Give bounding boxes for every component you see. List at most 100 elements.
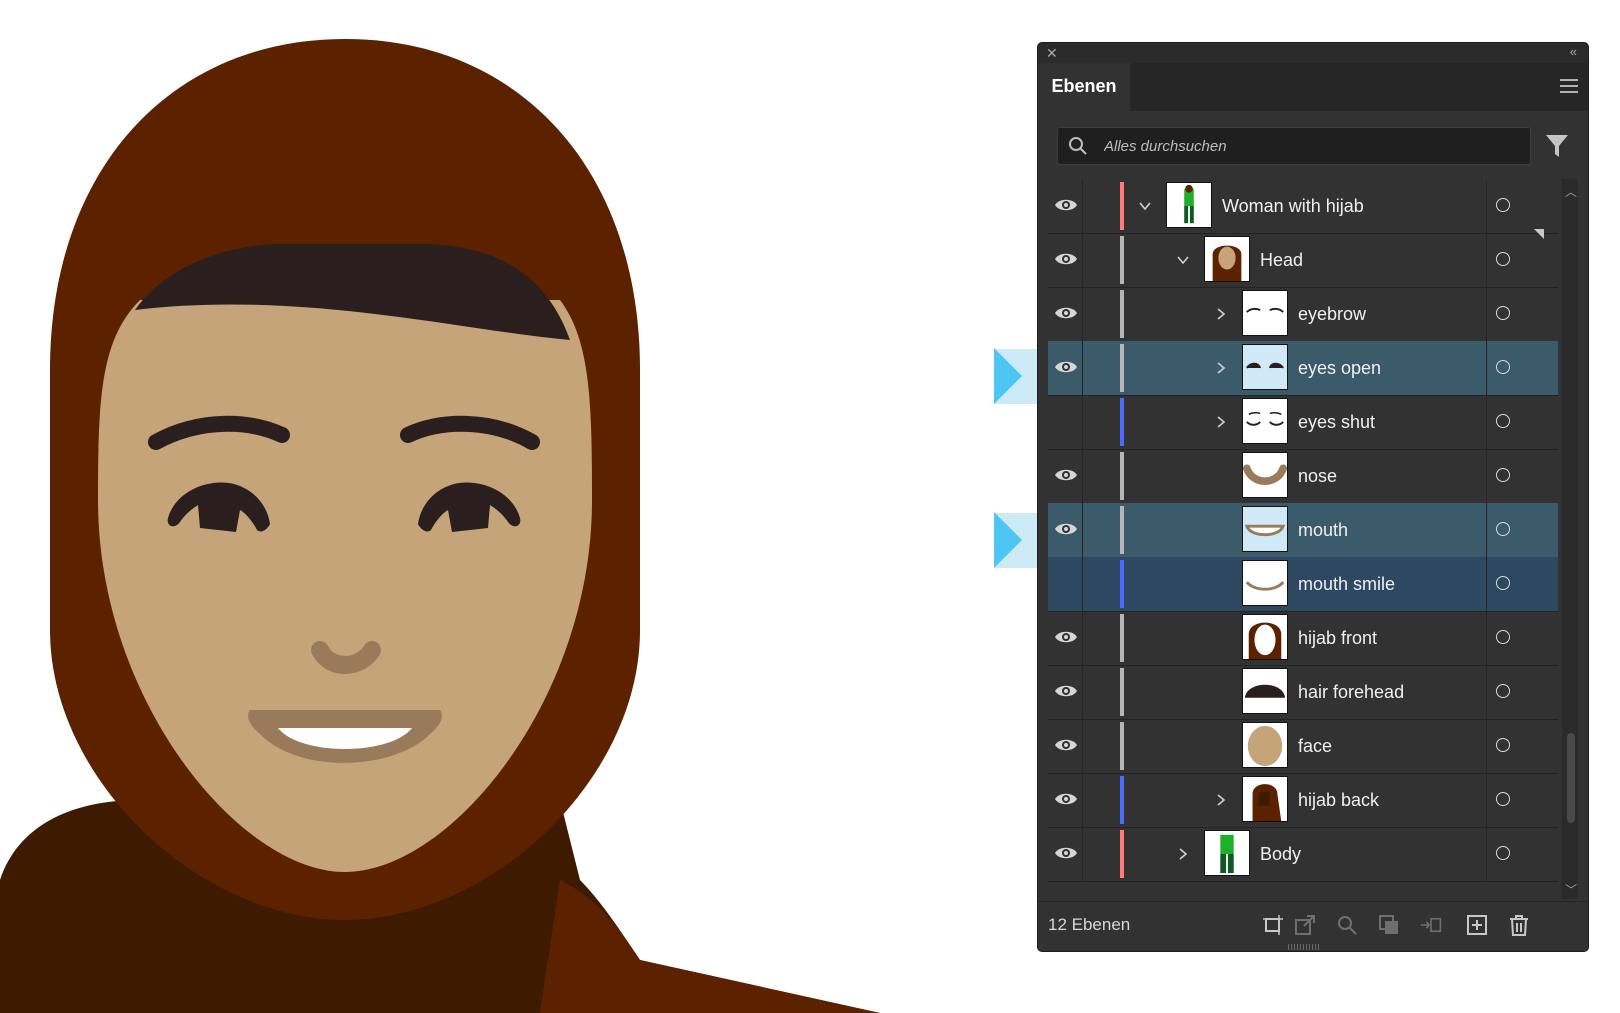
layer-row-head[interactable]: Head: [1048, 233, 1558, 288]
layer-row-eyes-open[interactable]: eyes open: [1048, 341, 1558, 396]
eye-icon[interactable]: [1054, 357, 1078, 377]
panel-tabbar: Ebenen: [1038, 63, 1588, 111]
layer-label[interactable]: hijab front: [1298, 611, 1377, 665]
layer-label[interactable]: nose: [1298, 449, 1337, 503]
scroll-down-icon[interactable]: ﹀: [1565, 881, 1577, 898]
layer-label[interactable]: face: [1298, 719, 1332, 773]
target-circle-icon[interactable]: [1496, 198, 1510, 212]
layer-label[interactable]: hair forehead: [1298, 665, 1404, 719]
chevron-down-icon[interactable]: [1138, 199, 1152, 213]
layer-label[interactable]: eyes shut: [1298, 395, 1375, 449]
chevron-right-icon[interactable]: [1214, 307, 1228, 321]
collect-icon[interactable]: [1420, 914, 1442, 936]
target-circle-icon[interactable]: [1496, 522, 1510, 536]
target-circle-icon[interactable]: [1496, 684, 1510, 698]
column-divider: [1082, 503, 1083, 557]
artwork-canvas: [0, 39, 880, 1013]
layer-label[interactable]: mouth smile: [1298, 557, 1395, 611]
target-circle-icon[interactable]: [1496, 252, 1510, 266]
column-divider: [1486, 449, 1487, 503]
chevron-right-icon[interactable]: [1176, 847, 1190, 861]
eye-icon[interactable]: [1054, 195, 1078, 215]
hamburger-menu-icon[interactable]: [1560, 79, 1578, 97]
layer-row-face[interactable]: face: [1048, 719, 1558, 774]
visibility-toggle-empty[interactable]: [1054, 573, 1078, 593]
column-divider: [1486, 179, 1487, 233]
resize-grip[interactable]: [1288, 944, 1320, 950]
layer-color-bar: [1120, 344, 1124, 392]
close-icon[interactable]: ✕: [1046, 45, 1058, 61]
layer-label[interactable]: hijab back: [1298, 773, 1379, 827]
layer-label[interactable]: mouth: [1298, 503, 1348, 557]
filter-funnel-icon[interactable]: [1545, 133, 1569, 159]
eye-icon[interactable]: [1054, 789, 1078, 809]
target-circle-icon[interactable]: [1496, 630, 1510, 644]
column-divider: [1486, 773, 1487, 827]
layer-thumbnail: [1242, 776, 1288, 822]
target-circle-icon[interactable]: [1496, 360, 1510, 374]
layer-color-bar: [1120, 398, 1124, 446]
eye-icon[interactable]: [1054, 465, 1078, 485]
layer-count: 12 Ebenen: [1048, 915, 1131, 934]
eye-icon[interactable]: [1054, 843, 1078, 863]
chevron-right-icon[interactable]: [1214, 793, 1228, 807]
target-circle-icon[interactable]: [1496, 414, 1510, 428]
artboard-icon[interactable]: [1262, 914, 1284, 936]
chevron-right-icon[interactable]: [1214, 361, 1228, 375]
layer-row-eyebrow[interactable]: eyebrow: [1048, 287, 1558, 342]
chevron-down-icon[interactable]: [1176, 253, 1190, 267]
layer-label[interactable]: eyebrow: [1298, 287, 1366, 341]
layer-color-bar: [1120, 506, 1124, 554]
eye-icon[interactable]: [1054, 519, 1078, 539]
layer-row-body[interactable]: Body: [1048, 827, 1558, 882]
scroll-up-icon[interactable]: ︿: [1565, 183, 1577, 200]
layer-thumbnail: [1242, 398, 1288, 444]
layer-row-mouth[interactable]: mouth: [1048, 503, 1558, 558]
layer-list: Woman with hijab Head eyebrow eyes open eyes…: [1048, 179, 1558, 899]
layer-row-hair-forehead[interactable]: hair forehead: [1048, 665, 1558, 720]
eye-icon[interactable]: [1054, 627, 1078, 647]
eye-icon[interactable]: [1054, 303, 1078, 323]
target-circle-icon[interactable]: [1496, 306, 1510, 320]
layer-row-hijab-front[interactable]: hijab front: [1048, 611, 1558, 666]
new-layer-icon[interactable]: [1466, 914, 1488, 936]
scrollbar-thumb[interactable]: [1567, 733, 1575, 823]
layer-row-woman-with-hijab[interactable]: Woman with hijab: [1048, 179, 1558, 234]
column-divider: [1082, 449, 1083, 503]
target-circle-icon[interactable]: [1496, 792, 1510, 806]
target-circle-icon[interactable]: [1496, 738, 1510, 752]
collapse-icon[interactable]: «: [1570, 43, 1577, 61]
eye-icon[interactable]: [1054, 681, 1078, 701]
clip-mask-icon[interactable]: [1378, 914, 1400, 936]
layer-label[interactable]: eyes open: [1298, 341, 1381, 395]
layer-row-eyes-shut[interactable]: eyes shut: [1048, 395, 1558, 450]
layer-label[interactable]: Head: [1260, 233, 1303, 287]
column-divider: [1486, 827, 1487, 881]
layer-thumbnail: [1204, 236, 1250, 282]
layer-color-bar: [1120, 614, 1124, 662]
layer-row-mouth-smile[interactable]: mouth smile: [1048, 557, 1558, 612]
column-divider: [1082, 395, 1083, 449]
layer-label[interactable]: Woman with hijab: [1222, 179, 1364, 233]
tab-ebenen[interactable]: Ebenen: [1038, 63, 1130, 111]
panel-titlebar: ✕ «: [1038, 43, 1588, 63]
locate-icon[interactable]: [1336, 914, 1358, 936]
export-icon[interactable]: [1294, 914, 1316, 936]
layer-label[interactable]: Body: [1260, 827, 1301, 881]
search-input[interactable]: [1104, 128, 1504, 164]
layer-row-nose[interactable]: nose: [1048, 449, 1558, 504]
column-divider: [1486, 341, 1487, 395]
corner-marker-icon: [1534, 229, 1544, 239]
chevron-right-icon[interactable]: [1214, 415, 1228, 429]
column-divider: [1486, 287, 1487, 341]
target-circle-icon[interactable]: [1496, 468, 1510, 482]
column-divider: [1082, 287, 1083, 341]
visibility-toggle-empty[interactable]: [1054, 411, 1078, 431]
layer-row-hijab-back[interactable]: hijab back: [1048, 773, 1558, 828]
target-circle-icon[interactable]: [1496, 846, 1510, 860]
eye-icon[interactable]: [1054, 735, 1078, 755]
eye-icon[interactable]: [1054, 249, 1078, 269]
target-circle-icon[interactable]: [1496, 576, 1510, 590]
trash-icon[interactable]: [1508, 914, 1530, 936]
search-box: [1057, 127, 1531, 165]
